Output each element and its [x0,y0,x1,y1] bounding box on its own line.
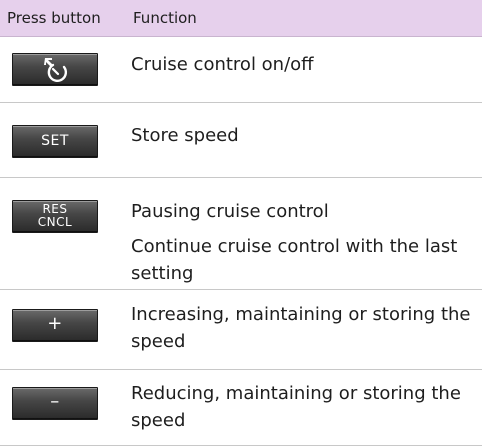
function-text: Increasing, maintaining or storing the s… [131,304,471,352]
table-header: Press button Function [0,0,482,37]
cruise-control-icon [44,58,68,82]
function-text: Reducing, maintaining or storing the spe… [131,383,461,431]
table-row: Cruise control on/off [0,37,482,103]
function-text: Cruise control on/off [131,54,314,75]
minus-button[interactable]: – [12,387,98,420]
table-row: + Increasing, maintaining or storing the… [0,290,482,370]
plus-button-label: + [47,313,63,334]
cruise-control-button[interactable] [12,53,98,86]
function-text: Store speed [131,125,239,146]
function-text: Continue cruise control with the last se… [131,236,458,284]
table-row: RES CNCL Pausing cruise control Continue… [0,178,482,290]
table-row: SET Store speed [0,103,482,178]
function-text: Pausing cruise control [131,201,329,222]
set-button[interactable]: SET [12,125,98,158]
minus-button-label: – [50,391,60,412]
set-button-label: SET [41,133,69,149]
header-press-button: Press button [7,9,101,27]
cncl-label: CNCL [37,215,73,229]
table-row: – Reducing, maintaining or storing the s… [0,370,482,446]
header-function: Function [133,9,197,27]
res-cncl-button[interactable]: RES CNCL [12,200,98,233]
plus-button[interactable]: + [12,309,98,342]
